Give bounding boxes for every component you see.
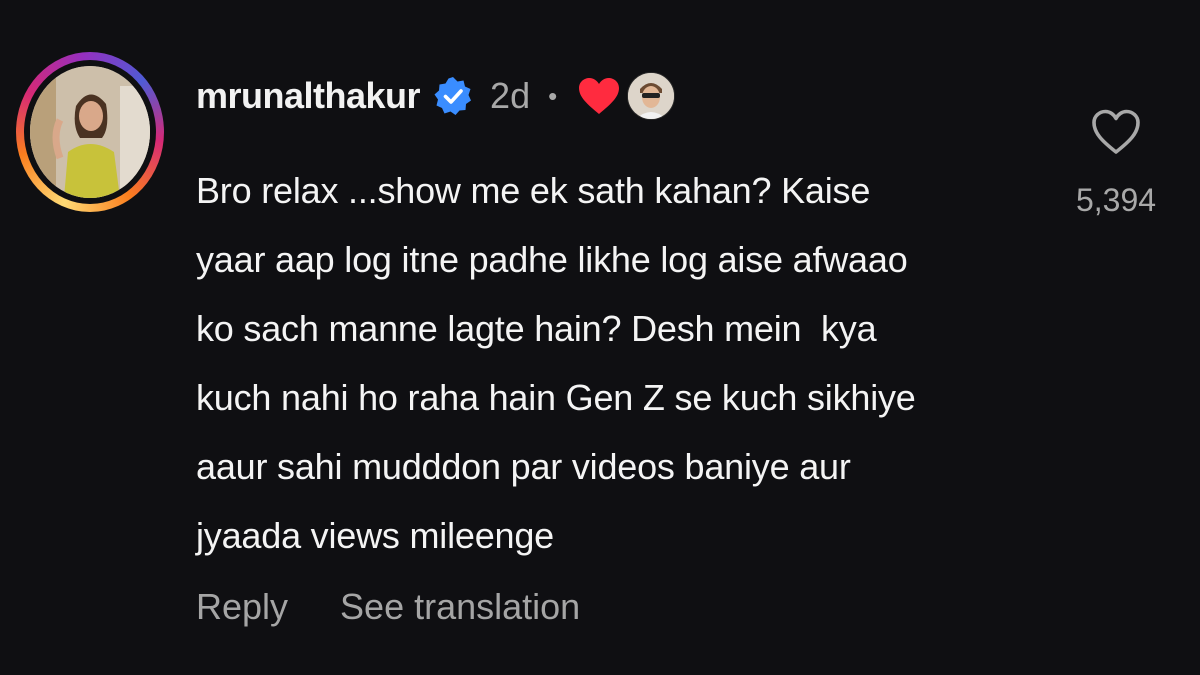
verified-badge-icon	[432, 75, 474, 117]
heart-outline-icon[interactable]	[1090, 108, 1142, 156]
separator-dot: •	[548, 80, 558, 111]
comment-card: mrunalthakur 2d • Bro relax ...show me e…	[0, 0, 1200, 675]
comment-text: Bro relax ...show me ek sath kahan? Kais…	[196, 170, 916, 556]
like-column: 5,394	[1070, 108, 1162, 219]
comment-actions: Reply See translation	[196, 586, 580, 628]
avatar-story-ring[interactable]	[16, 52, 164, 212]
avatar[interactable]	[30, 66, 150, 198]
timestamp: 2d	[490, 75, 531, 116]
comment-header: mrunalthakur 2d •	[196, 68, 676, 124]
heart-filled-icon	[577, 76, 621, 116]
creator-avatar	[627, 72, 676, 120]
username[interactable]: mrunalthakur	[196, 75, 421, 117]
like-count: 5,394	[1075, 182, 1157, 218]
see-translation-button[interactable]: See translation	[340, 586, 580, 628]
reply-button[interactable]: Reply	[196, 586, 288, 628]
